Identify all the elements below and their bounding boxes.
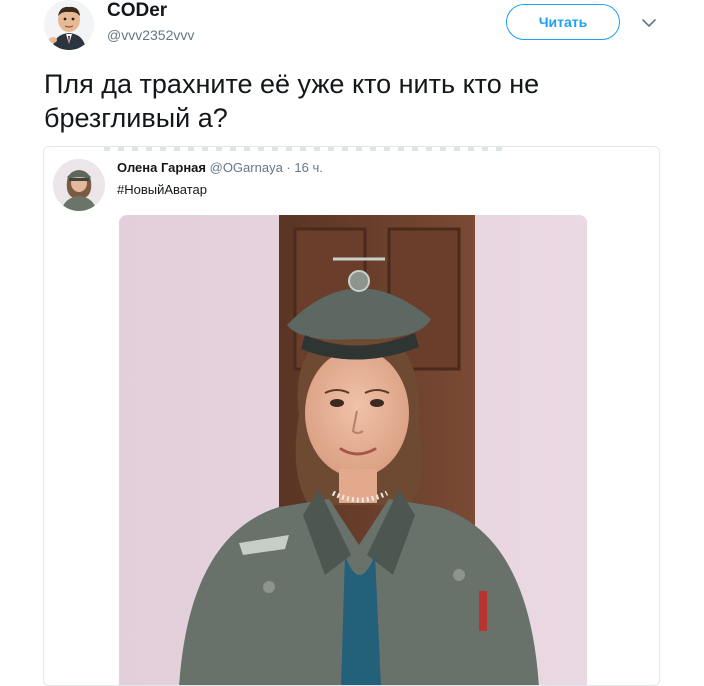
follow-button[interactable]: Читать <box>506 4 620 40</box>
quoted-tweet-header: Олена Гарная @OGarnaya · 16 ч. <box>117 160 323 176</box>
tweet-text: Пля да трахните её уже кто нить кто не б… <box>44 69 540 133</box>
separator-dot: · <box>286 160 291 175</box>
quoted-tweet-photo[interactable] <box>119 215 587 685</box>
chevron-down-icon <box>642 19 656 27</box>
divider <box>104 147 504 151</box>
quoted-tweet-text[interactable]: #НовыйАватар <box>117 182 207 198</box>
more-options-button[interactable] <box>636 10 662 36</box>
quoted-author-name[interactable]: Олена Гарная <box>117 160 206 175</box>
author-avatar[interactable] <box>44 0 94 50</box>
quoted-tweet-card[interactable]: Олена Гарная @OGarnaya · 16 ч. #НовыйАва… <box>43 146 660 686</box>
tweet: CODer @vvv2352vvv Читать Пля да трахните… <box>0 0 704 686</box>
quoted-tweet-time[interactable]: 16 ч. <box>294 160 322 175</box>
author-handle[interactable]: @vvv2352vvv <box>107 26 194 44</box>
quoted-author-handle[interactable]: @OGarnaya <box>210 160 283 175</box>
quoted-author-avatar-image <box>53 159 105 211</box>
author-name[interactable]: CODer <box>107 0 167 22</box>
photo-illustration <box>119 215 587 685</box>
author-avatar-image <box>44 0 94 50</box>
quoted-author-avatar[interactable] <box>53 159 105 211</box>
